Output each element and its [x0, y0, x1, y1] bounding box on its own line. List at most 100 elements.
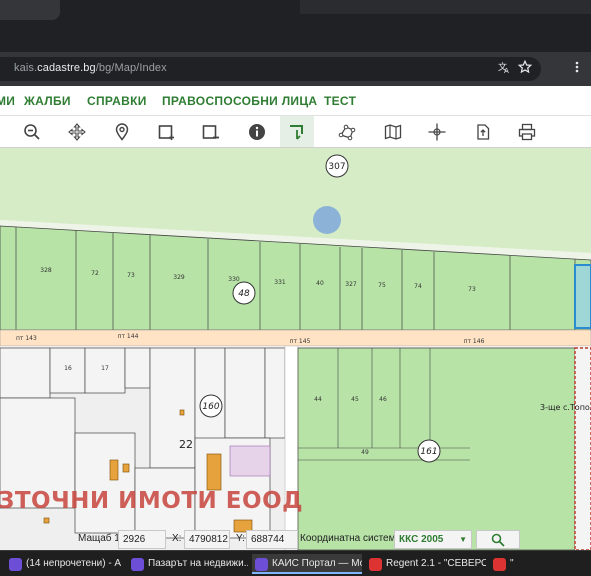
company-watermark: ЗТОЧНИ ИМОТИ ЕООД [0, 488, 303, 514]
menu-item-complaints[interactable]: ЖАЛБИ [24, 94, 71, 108]
star-icon[interactable] [516, 59, 534, 78]
remove-rectangle-button[interactable] [194, 116, 228, 147]
taskbar-item-mail[interactable]: (14 непрочетени) - А... [6, 554, 122, 574]
scale-label: Мащаб 1: [78, 533, 123, 544]
side-road [284, 345, 299, 550]
parcel-label-328: 328 [40, 267, 52, 274]
menu-item-partial[interactable]: МИ [0, 94, 15, 108]
scale-input[interactable]: 2926 [118, 530, 166, 549]
map-layers-button[interactable] [376, 116, 410, 147]
road-label-145: пт 145 [290, 338, 311, 345]
place-name-label: 3-ще с.Топол [540, 403, 591, 412]
browser-tab-strip [0, 0, 591, 52]
taskbar-label: (14 непрочетени) - А... [26, 558, 122, 569]
pan-icon [68, 122, 86, 141]
circle-label-48: 48 [238, 289, 250, 299]
translate-icon[interactable]: 文A [496, 60, 514, 78]
menu-item-qualified-persons[interactable]: ПРАВОСПОСОБНИ ЛИЦА [162, 94, 317, 108]
y-coordinate-label: Y: [236, 533, 245, 544]
taskbar-label: Пазарът на недвижи... [148, 558, 248, 569]
more-vert-icon[interactable] [568, 60, 586, 78]
circle-label-161: 161 [420, 447, 437, 457]
parcel-label-331: 331 [274, 279, 286, 286]
app-icon [369, 558, 382, 571]
parcel-label-329: 329 [173, 274, 185, 281]
parcel-label-327: 327 [345, 281, 357, 288]
map-layers-icon [384, 123, 402, 140]
parcel-label-40: 40 [316, 280, 324, 287]
taskbar-label: Regent 2.1 - "СЕВЕРО... [386, 558, 486, 569]
info-button[interactable] [240, 116, 274, 147]
menu-item-test[interactable]: ТЕСТ [324, 94, 356, 108]
village-boundary [574, 347, 591, 550]
app-icon [9, 558, 22, 571]
export-icon [477, 123, 490, 140]
coordinate-search-button[interactable] [476, 530, 520, 549]
parcel-label-16: 16 [64, 365, 72, 372]
selected-parcel[interactable] [574, 264, 591, 329]
crosshair-button[interactable] [420, 116, 454, 147]
url-text[interactable]: kais.cadastre.bg/bg/Map/Index [14, 62, 167, 74]
draw-polygon-button[interactable] [330, 116, 364, 147]
select-parcel-button[interactable] [280, 116, 314, 147]
print-icon [518, 123, 536, 140]
taskbar-item-kais[interactable]: КАИС Портал — Мо... [252, 554, 362, 574]
print-button[interactable] [510, 116, 544, 147]
browser-address-bar: kais.cadastre.bg/bg/Map/Index 文A [0, 52, 591, 86]
parcel-label-72: 72 [91, 270, 99, 277]
map-status-bar: Мащаб 1: 2926 X: 4790812 Y: 688744 Коорд… [0, 528, 591, 550]
parcel-label-45: 45 [351, 396, 359, 403]
remove-rectangle-icon [202, 124, 219, 139]
y-coordinate-value: 688744 [246, 530, 298, 549]
taskbar-label: " [510, 558, 514, 569]
cadastral-map[interactable]: ЗТОЧНИ ИМОТИ ЕООД 307 48 160 161 22 пт 1… [0, 148, 591, 550]
road-label-143: пт 143 [16, 335, 37, 342]
taskbar-item-regent-2[interactable]: " [490, 554, 590, 574]
parcel-label-22: 22 [179, 438, 193, 451]
x-coordinate-value: 4790812 [184, 530, 230, 549]
road-label-144: пт 144 [118, 333, 139, 340]
parcel-label-73a: 73 [127, 272, 135, 279]
parcel-label-330: 330 [228, 276, 240, 283]
parcel-label-75: 75 [378, 282, 386, 289]
parcel-label-44: 44 [314, 396, 322, 403]
main-menu: МИ ЖАЛБИ СПРАВКИ ПРАВОСПОСОБНИ ЛИЦА ТЕСТ [0, 86, 591, 116]
browser-tab-area [300, 0, 591, 14]
parcel-label-74: 74 [414, 283, 422, 290]
draw-polygon-icon [338, 124, 356, 140]
coordinate-system-label: Координатна система: [300, 533, 404, 544]
chevron-down-icon: ▼ [459, 535, 467, 544]
current-location-marker [313, 206, 341, 234]
parcel-label-49: 49 [361, 449, 369, 456]
location-button[interactable] [105, 116, 139, 147]
pan-button[interactable] [60, 116, 94, 147]
parcel-label-46: 46 [379, 396, 387, 403]
taskbar-label: КАИС Портал — Мо... [272, 558, 362, 569]
browser-tab[interactable] [0, 0, 60, 20]
app-icon [493, 558, 506, 571]
add-rectangle-button[interactable] [150, 116, 184, 147]
x-coordinate-label: X: [172, 533, 182, 544]
coordinate-system-value: ККС 2005 [399, 534, 444, 545]
taskbar-item-regent[interactable]: Regent 2.1 - "СЕВЕРО... [366, 554, 486, 574]
app-icon [255, 558, 268, 571]
road-label-146: пт 146 [464, 338, 485, 345]
info-icon [249, 123, 265, 140]
taskbar-item-market[interactable]: Пазарът на недвижи... [128, 554, 248, 574]
public-parcel [229, 445, 271, 477]
select-parcel-icon [290, 124, 303, 140]
os-taskbar: (14 непрочетени) - А... Пазарът на недви… [0, 550, 591, 576]
location-pin-icon [115, 122, 129, 141]
search-icon [491, 533, 505, 547]
zoom-out-button[interactable] [15, 116, 49, 147]
circle-label-307: 307 [328, 162, 345, 172]
add-rectangle-icon [158, 124, 174, 140]
coordinate-system-select[interactable]: ККС 2005 ▼ [394, 530, 472, 549]
menu-item-references[interactable]: СПРАВКИ [87, 94, 147, 108]
parcel-label-73b: 73 [468, 286, 476, 293]
crosshair-icon [428, 123, 446, 140]
zoom-out-icon [24, 123, 40, 140]
circle-label-160: 160 [202, 402, 219, 412]
export-button[interactable] [466, 116, 500, 147]
svg-text:A: A [504, 67, 509, 74]
